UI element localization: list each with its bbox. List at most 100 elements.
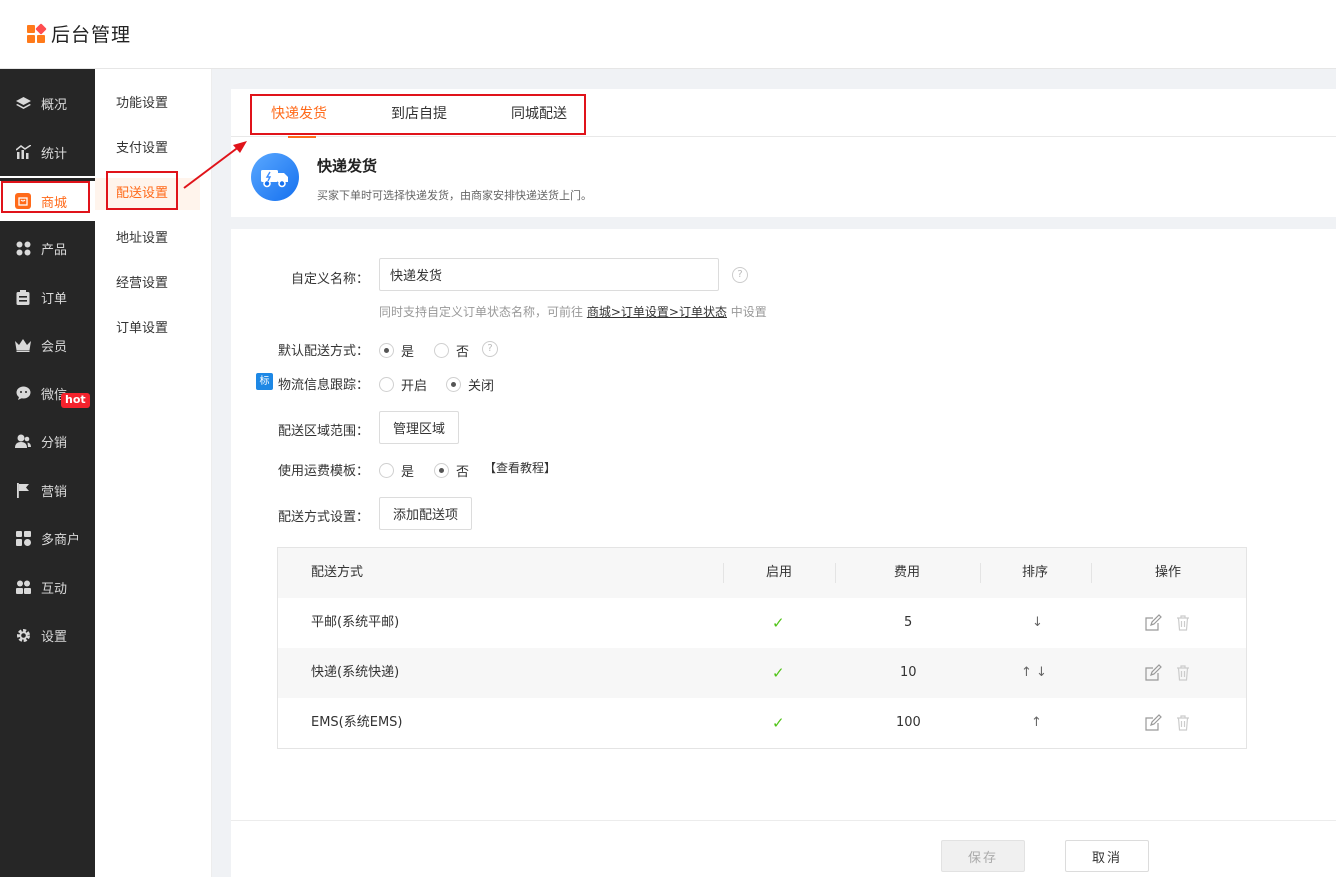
enabled-check-icon: ✓ xyxy=(772,714,785,732)
sidebar-item-settings[interactable]: 设置 xyxy=(0,615,95,655)
trash-icon[interactable] xyxy=(1174,664,1192,682)
table-row: 快递(系统快递) ✓ 10 ↑ ↓ xyxy=(278,648,1246,698)
default-yes-radio[interactable]: 是 xyxy=(379,341,414,360)
enabled-check-icon: ✓ xyxy=(772,664,785,682)
header-actions: 操作 xyxy=(1155,565,1182,580)
edit-icon[interactable] xyxy=(1144,714,1162,732)
header-separator xyxy=(1091,563,1092,583)
template-no-radio[interactable]: 否 xyxy=(434,461,469,480)
sidebar-item-products[interactable]: 产品 xyxy=(0,228,95,268)
gear-icon xyxy=(15,627,31,643)
sidebar-item-members[interactable]: 会员 xyxy=(0,325,95,365)
header-method: 配送方式 xyxy=(311,565,364,580)
sidebar-item-label: 营销 xyxy=(41,484,68,500)
manage-area-button[interactable]: 管理区域 xyxy=(379,411,459,444)
row-method: 平邮(系统平邮) xyxy=(311,615,400,630)
custom-name-input[interactable] xyxy=(379,258,719,291)
annotation-arrow-icon xyxy=(183,141,247,189)
subnav-item-address[interactable]: 地址设置 xyxy=(95,223,200,255)
sidebar-item-label: 商城 xyxy=(41,195,68,211)
app-title: 后台管理 xyxy=(51,24,132,46)
add-delivery-button[interactable]: 添加配送项 xyxy=(379,497,472,530)
sidebar-divider xyxy=(0,176,95,178)
header-sort: 排序 xyxy=(1022,565,1049,580)
main-sidebar: 概况 统计 商城 产品 订单 会员 微信 分销 营销 多商户 互动 设置 xyxy=(0,69,95,877)
sort-arrows[interactable]: ↑ ↓ xyxy=(1021,648,1047,698)
radio-checked-icon xyxy=(379,343,394,358)
tab-pickup[interactable]: 到店自提 xyxy=(391,89,447,137)
hint-suffix: 中设置 xyxy=(730,305,767,319)
radio-label: 关闭 xyxy=(468,379,495,394)
store-icon xyxy=(15,530,31,546)
method-settings-label: 配送方式设置： xyxy=(277,510,369,525)
row-fee: 100 xyxy=(896,715,921,730)
radio-label: 开启 xyxy=(401,379,428,394)
trash-icon[interactable] xyxy=(1174,614,1192,632)
cancel-button[interactable]: 取消 xyxy=(1065,840,1149,872)
hot-badge: hot xyxy=(61,393,90,408)
subnav-item-order[interactable]: 订单设置 xyxy=(95,313,200,345)
shop-icon xyxy=(15,193,31,209)
delivery-tabs: 快递发货 到店自提 同城配送 xyxy=(231,89,1336,138)
order-status-link[interactable]: 商城>订单设置>订单状态 xyxy=(587,305,727,319)
sidebar-item-overview[interactable]: 概况 xyxy=(0,83,95,123)
info-title: 快递发货 xyxy=(317,157,378,175)
table-row: 平邮(系统平邮) ✓ 5 ↓ xyxy=(278,598,1246,648)
sidebar-item-label: 概况 xyxy=(41,97,68,113)
name-hint: 同时支持自定义订单状态名称，可前往 商城>订单设置>订单状态 中设置 xyxy=(379,303,767,320)
row-fee: 10 xyxy=(900,665,917,680)
delivery-settings-form: 自定义名称： ? 同时支持自定义订单状态名称，可前往 商城>订单设置>订单状态 … xyxy=(231,229,1336,877)
tab-same-city[interactable]: 同城配送 xyxy=(511,89,567,137)
sidebar-item-multi-merchant[interactable]: 多商户 xyxy=(0,518,95,558)
header-separator xyxy=(723,563,724,583)
table-row: EMS(系统EMS) ✓ 100 ↑ xyxy=(278,698,1246,748)
subnav-item-business[interactable]: 经营设置 xyxy=(95,268,200,300)
sidebar-item-interaction[interactable]: 互动 xyxy=(0,567,95,607)
help-icon[interactable]: ? xyxy=(732,267,748,283)
radio-label: 否 xyxy=(456,345,470,360)
flag-icon xyxy=(15,482,31,498)
hint-prefix: 同时支持自定义订单状态名称，可前往 xyxy=(379,305,584,319)
template-label: 使用运费模板： xyxy=(277,464,369,479)
tracking-off-radio[interactable]: 关闭 xyxy=(446,375,494,394)
sidebar-item-stats[interactable]: 统计 xyxy=(0,132,95,172)
header-separator xyxy=(980,563,981,583)
sidebar-item-label: 多商户 xyxy=(41,532,81,548)
default-no-radio[interactable]: 否 xyxy=(434,341,469,360)
sidebar-item-orders[interactable]: 订单 xyxy=(0,277,95,317)
header-enabled: 启用 xyxy=(766,565,793,580)
radio-unchecked-icon xyxy=(434,343,449,358)
header-fee: 费用 xyxy=(894,565,921,580)
help-icon[interactable]: ? xyxy=(482,341,498,357)
info-description: 买家下单时可选择快递发货，由商家安排快递送货上门。 xyxy=(317,189,592,202)
sidebar-item-distribution[interactable]: 分销 xyxy=(0,421,95,461)
edit-icon[interactable] xyxy=(1144,614,1162,632)
radio-unchecked-icon xyxy=(379,463,394,478)
radio-checked-icon xyxy=(434,463,449,478)
table-header: 配送方式 启用 费用 排序 操作 xyxy=(278,548,1246,598)
save-button[interactable]: 保存 xyxy=(941,840,1025,872)
tutorial-link[interactable]: 【查看教程】 xyxy=(484,459,556,476)
subnav-item-function[interactable]: 功能设置 xyxy=(95,88,200,120)
grid-icon xyxy=(15,240,31,256)
radio-label: 是 xyxy=(401,345,415,360)
sidebar-item-mall[interactable]: 商城 xyxy=(0,181,95,221)
sort-arrows[interactable]: ↑ xyxy=(1031,698,1042,748)
tracking-label: 物流信息跟踪： xyxy=(277,378,369,393)
sidebar-item-label: 分销 xyxy=(41,435,68,451)
top-bar: 后台管理 xyxy=(0,0,1336,69)
interact-icon xyxy=(15,579,31,595)
tracking-on-radio[interactable]: 开启 xyxy=(379,375,427,394)
sidebar-item-label: 订单 xyxy=(41,291,68,307)
footer-divider xyxy=(231,820,1336,821)
tab-express[interactable]: 快递发货 xyxy=(271,89,327,138)
row-method: 快递(系统快递) xyxy=(311,665,400,680)
sidebar-item-marketing[interactable]: 营销 xyxy=(0,470,95,510)
sort-arrows[interactable]: ↓ xyxy=(1032,598,1043,648)
trash-icon[interactable] xyxy=(1174,714,1192,732)
app-logo[interactable]: 后台管理 xyxy=(27,20,131,47)
enabled-check-icon: ✓ xyxy=(772,614,785,632)
template-yes-radio[interactable]: 是 xyxy=(379,461,414,480)
edit-icon[interactable] xyxy=(1144,664,1162,682)
row-method: EMS(系统EMS) xyxy=(311,715,403,730)
